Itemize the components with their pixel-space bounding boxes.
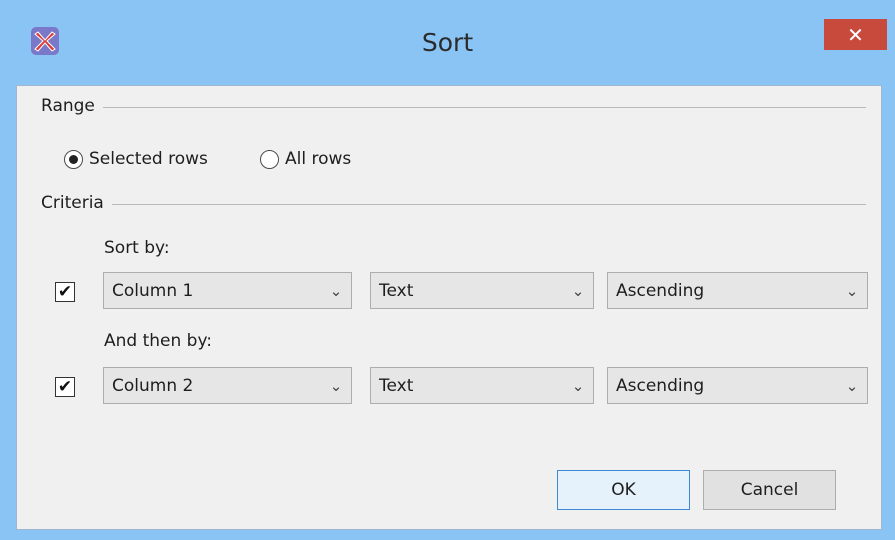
- selected-rows-option[interactable]: Selected rows: [64, 149, 208, 169]
- then-by-column-select[interactable]: Column 2 ⌄: [103, 367, 352, 404]
- sort-by-checkbox[interactable]: ✔: [55, 282, 75, 302]
- sort-by-label: Sort by:: [104, 238, 170, 258]
- title-bar[interactable]: Sort ✕: [0, 0, 895, 84]
- sort-by-order-select[interactable]: Ascending ⌄: [607, 272, 868, 309]
- chevron-down-icon: ⌄: [571, 376, 585, 395]
- range-label: Range: [41, 96, 103, 116]
- then-by-order-value: Ascending: [616, 375, 705, 396]
- close-button[interactable]: ✕: [824, 19, 887, 50]
- chevron-down-icon: ⌄: [845, 281, 859, 300]
- criteria-divider: [41, 204, 866, 205]
- checkmark-icon: ✔: [57, 281, 73, 302]
- then-by-type-select[interactable]: Text ⌄: [370, 367, 594, 404]
- sort-dialog: Sort ✕ Range Selected rows All rows Crit…: [0, 0, 895, 540]
- sort-by-order-value: Ascending: [616, 280, 705, 301]
- checkmark-icon: ✔: [57, 376, 73, 397]
- ok-button[interactable]: OK: [557, 470, 690, 510]
- then-by-order-select[interactable]: Ascending ⌄: [607, 367, 868, 404]
- all-rows-option[interactable]: All rows: [260, 149, 351, 169]
- criteria-label: Criteria: [41, 193, 112, 213]
- chevron-down-icon: ⌄: [329, 376, 343, 395]
- sort-by-column-value: Column 1: [112, 280, 194, 301]
- sort-by-type-select[interactable]: Text ⌄: [370, 272, 594, 309]
- all-rows-label: All rows: [285, 149, 352, 169]
- selected-rows-radio[interactable]: [64, 149, 83, 169]
- then-by-checkbox[interactable]: ✔: [55, 377, 75, 397]
- close-icon: ✕: [847, 22, 864, 47]
- chevron-down-icon: ⌄: [845, 376, 859, 395]
- all-rows-radio[interactable]: [260, 149, 279, 169]
- dialog-content: Range Selected rows All rows Criteria So…: [16, 85, 882, 530]
- range-divider: [41, 107, 866, 108]
- selected-rows-label: Selected rows: [89, 149, 208, 169]
- sort-by-type-value: Text: [379, 280, 414, 301]
- chevron-down-icon: ⌄: [329, 281, 343, 300]
- window-title: Sort: [421, 28, 474, 57]
- sort-by-column-select[interactable]: Column 1 ⌄: [103, 272, 352, 309]
- cancel-button[interactable]: Cancel: [703, 470, 836, 510]
- then-by-column-value: Column 2: [112, 375, 194, 396]
- then-by-type-value: Text: [379, 375, 414, 396]
- then-by-label: And then by:: [104, 331, 213, 351]
- chevron-down-icon: ⌄: [571, 281, 585, 300]
